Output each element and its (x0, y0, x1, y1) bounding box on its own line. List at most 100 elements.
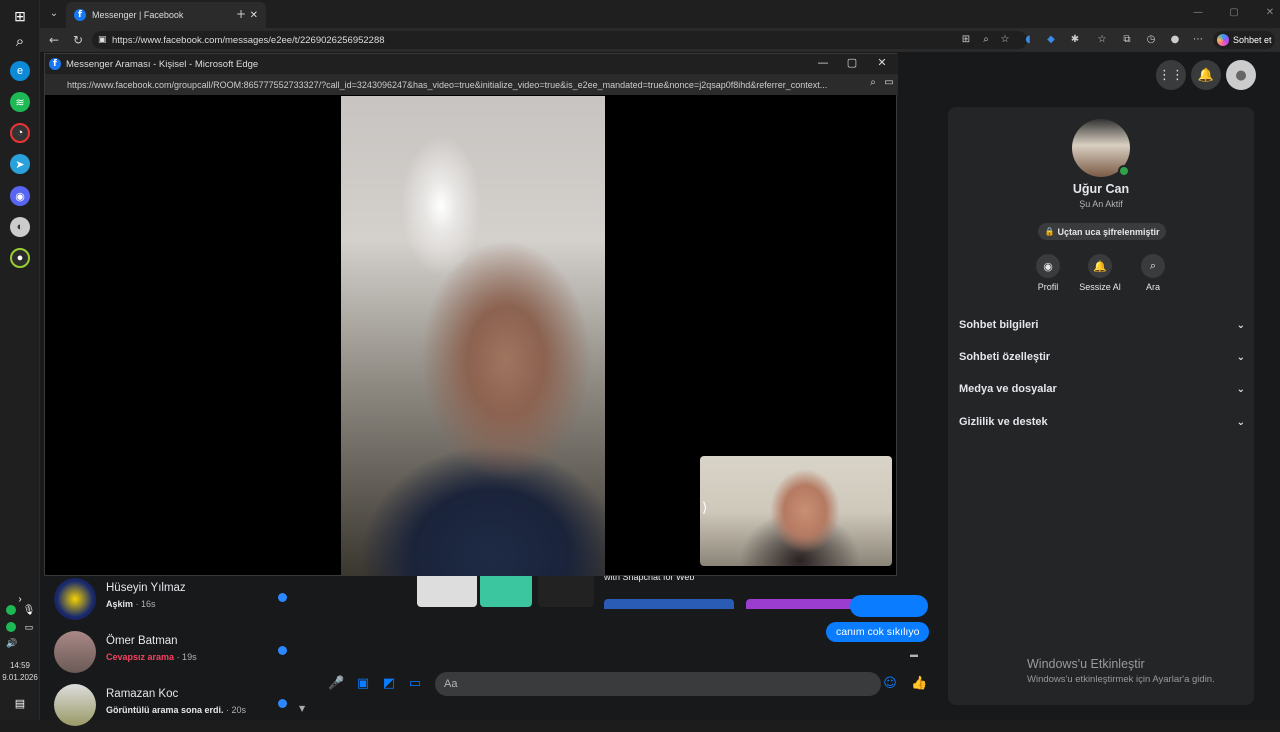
e2ee-label: Uçtan uca şifrelenmiştir (1057, 226, 1160, 237)
profile-avatar-icon[interactable]: ● (1167, 32, 1183, 48)
browser-tab-bar: ⌄ f Messenger | Facebook ✕ + — ▢ ✕ (40, 0, 1280, 28)
chat-list-item[interactable]: Ömer Batman Cevapsız arama · 19s (54, 629, 294, 679)
network-icon[interactable]: ▭ (23, 621, 35, 633)
extensions-puzzle-icon[interactable]: ✱ (1067, 32, 1083, 48)
chat-list-item[interactable]: Ramazan Koc Görüntülü arama sona erdi. ·… (54, 682, 294, 732)
chevron-down-icon: ⌄ (1236, 351, 1245, 363)
popup-maximize-icon[interactable]: ▢ (844, 56, 860, 69)
avatar (54, 631, 96, 673)
notifications-bell-icon[interactable]: 🔔 (1191, 60, 1221, 90)
close-tab-icon[interactable]: ✕ (250, 10, 258, 21)
self-video-preview[interactable] (700, 456, 892, 566)
app-icon-2[interactable]: ● (10, 248, 30, 268)
section-chat-info[interactable]: Sohbet bilgileri ⌄ (959, 315, 1245, 335)
collections-icon[interactable]: ⧉ (1119, 32, 1135, 48)
windows-taskbar: ⊞ ⌕ e ≋ ◔ ➤ ◉ ◐ ● › 🎙 ▭ 🔊 14:59 9.01.202… (0, 0, 40, 720)
app-icon[interactable]: ◐ (10, 217, 30, 237)
gif-icon[interactable]: ▭ (407, 676, 423, 692)
notification-icon[interactable]: ▤ (10, 693, 30, 713)
like-thumb-icon[interactable]: 👍 (911, 676, 927, 692)
read-aloud-icon[interactable]: ◖ (1020, 32, 1036, 48)
favorite-star-icon[interactable]: ☆ (997, 32, 1013, 48)
volume-icon[interactable]: 🔊 (6, 637, 18, 649)
photo-icon[interactable]: ▣ (355, 676, 371, 692)
message-bubble[interactable]: canım cok sıkılıyo (826, 622, 930, 642)
account-avatar-icon[interactable]: ● (1226, 60, 1256, 90)
microphone-icon[interactable]: 🎤 (328, 676, 344, 692)
e2ee-badge[interactable]: 🔒 Uçtan uca şifrelenmiştir (1038, 223, 1166, 240)
back-arrow-icon[interactable]: ← (46, 32, 62, 48)
edge-icon[interactable]: e (10, 61, 30, 81)
section-privacy-support[interactable]: Gizlilik ve destek ⌄ (959, 412, 1245, 432)
refresh-icon[interactable]: ↻ (70, 32, 86, 48)
mute-button[interactable]: 🔔 Sessize Al (1075, 254, 1125, 292)
url-field[interactable]: ▣ https://www.facebook.com/messages/e2ee… (92, 31, 1027, 49)
message-bubble-partial[interactable] (850, 595, 928, 617)
sticker-icon[interactable]: ◩ (381, 676, 397, 692)
extension-icon[interactable]: ◆ (1043, 32, 1059, 48)
chevron-down-icon: ⌄ (1236, 416, 1245, 428)
history-icon[interactable]: ◷ (1143, 32, 1159, 48)
chat-list-item[interactable]: Hüseyin Yılmaz Aşkim · 16s (54, 576, 294, 626)
unread-dot (278, 593, 287, 602)
link-preview-banner[interactable] (604, 599, 734, 609)
popup-url-bar[interactable]: https://www.facebook.com/groupcall/ROOM:… (45, 74, 898, 95)
spotify-icon[interactable]: ≋ (10, 92, 30, 112)
app-available-icon[interactable]: ⊞ (958, 32, 974, 48)
close-window-icon[interactable]: ✕ (1262, 5, 1278, 21)
message-input[interactable]: Aa (435, 672, 881, 696)
chat-preview-text: Görüntülü arama sona erdi. (106, 705, 224, 715)
speedometer-icon[interactable]: ◔ (10, 123, 30, 143)
copilot-button[interactable]: Sohbet et (1213, 31, 1275, 49)
windows-start-icon[interactable]: ⊞ (10, 6, 30, 26)
spotify-tray-icon[interactable] (6, 605, 16, 615)
popup-minimize-icon[interactable]: — (815, 56, 831, 69)
bell-icon: 🔔 (1088, 254, 1112, 278)
popup-url: https://www.facebook.com/groupcall/ROOM:… (67, 79, 828, 90)
contact-name: Uğur Can (1072, 182, 1130, 196)
chat-preview: Görüntülü arama sona erdi. · 20s (106, 705, 246, 715)
scroll-down-icon[interactable]: ▼ (299, 704, 305, 713)
copilot-label: Sohbet et (1233, 35, 1272, 45)
copilot-icon (1217, 34, 1229, 46)
online-status-dot (1118, 165, 1130, 177)
menu-grid-icon[interactable]: ⋮⋮ (1156, 60, 1186, 90)
popup-close-icon[interactable]: ✕ (874, 56, 890, 69)
search-button[interactable]: ⌕ Ara (1128, 254, 1178, 292)
lock-icon: 🔒 (1044, 227, 1055, 236)
section-label: Gizlilik ve destek (959, 416, 1048, 428)
chat-name: Hüseyin Yılmaz (106, 582, 186, 594)
remote-video-feed[interactable] (341, 96, 605, 576)
section-label: Sohbet bilgileri (959, 319, 1039, 331)
maximize-window-icon[interactable]: ▢ (1226, 5, 1242, 21)
site-info-icon[interactable]: ▣ (98, 35, 107, 45)
popup-zoom-icon[interactable]: ⌕ (865, 77, 881, 88)
zoom-icon[interactable]: ⌕ (978, 32, 994, 48)
chat-preview-text: Aşkim (106, 599, 134, 609)
browser-address-bar: ← ↻ ▣ https://www.facebook.com/messages/… (40, 28, 1280, 52)
section-label: Sohbeti özelleştir (959, 351, 1051, 363)
emoji-icon[interactable]: ☺ (882, 676, 898, 692)
new-tab-icon[interactable]: + (233, 6, 249, 22)
expand-chevron-icon[interactable]: ⟩ (702, 500, 707, 516)
popup-camera-icon[interactable]: ▭ (881, 77, 897, 88)
minimize-window-icon[interactable]: — (1190, 5, 1206, 21)
profile-button[interactable]: ◉ Profil (1023, 254, 1073, 292)
chat-preview: Cevapsız arama · 19s (106, 652, 197, 662)
section-customize-chat[interactable]: Sohbeti özelleştir ⌄ (959, 347, 1245, 367)
microphone-icon[interactable]: 🎙 (23, 604, 36, 616)
section-media-files[interactable]: Medya ve dosyalar ⌄ (959, 379, 1245, 399)
search-icon[interactable]: ⌕ (10, 31, 30, 51)
clock-time[interactable]: 14:59 (0, 660, 40, 671)
chat-name: Ramazan Koc (106, 688, 179, 700)
more-menu-icon[interactable]: ⋯ (1190, 32, 1206, 48)
url-text: https://www.facebook.com/messages/e2ee/t… (112, 34, 385, 46)
discord-icon[interactable]: ◉ (10, 186, 30, 206)
clock-date[interactable]: 9.01.2026 (0, 672, 40, 683)
tab-actions-chevron-icon[interactable]: ⌄ (46, 6, 62, 22)
chat-time: · 16s (135, 599, 156, 609)
chevron-down-icon: ⌄ (1236, 383, 1245, 395)
favorites-icon[interactable]: ☆ (1094, 32, 1110, 48)
telegram-icon[interactable]: ➤ (10, 154, 30, 174)
spotify-tray-icon-2[interactable] (6, 622, 16, 632)
